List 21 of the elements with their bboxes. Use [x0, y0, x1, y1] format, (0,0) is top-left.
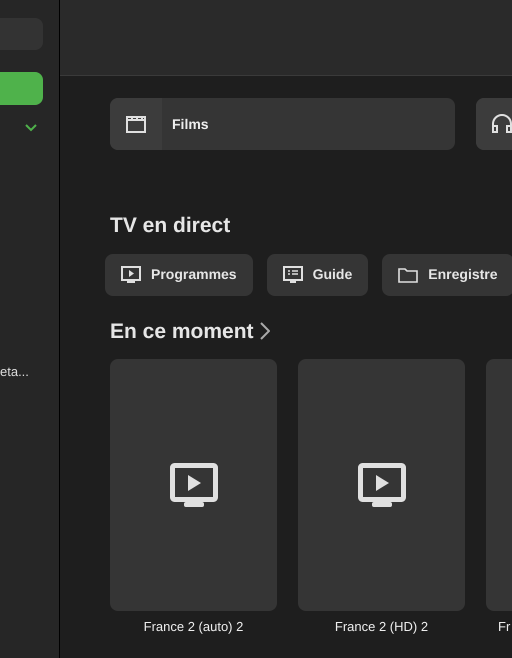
tv-nav-button[interactable]: Guide — [266, 254, 368, 296]
tv-play-icon — [358, 462, 406, 508]
channel-card[interactable] — [110, 359, 277, 611]
sidebar-item[interactable]: eta... — [0, 362, 59, 382]
clapperboard-icon — [125, 115, 147, 133]
tv-play-icon — [121, 266, 141, 284]
channel-name: France 2 (HD) 2 — [334, 618, 428, 636]
category-tile[interactable]: Films — [110, 98, 455, 150]
section-title: TV en direct — [110, 213, 232, 239]
channel-name: Fr — [498, 618, 510, 636]
guide-screen-icon — [282, 266, 303, 284]
tv-nav-button[interactable]: Programmes — [105, 254, 253, 296]
tv-play-icon — [170, 462, 218, 508]
headphones-icon — [491, 114, 512, 134]
channel-card[interactable] — [298, 359, 465, 611]
folder-icon — [398, 266, 418, 282]
chevron-right-icon[interactable] — [260, 322, 270, 340]
channel-name: France 2 (auto) 2 — [144, 618, 244, 636]
section-title[interactable]: En ce moment — [110, 316, 254, 347]
tv-nav-button[interactable]: Enregistre — [382, 254, 512, 296]
chevron-icon[interactable] — [25, 124, 37, 132]
